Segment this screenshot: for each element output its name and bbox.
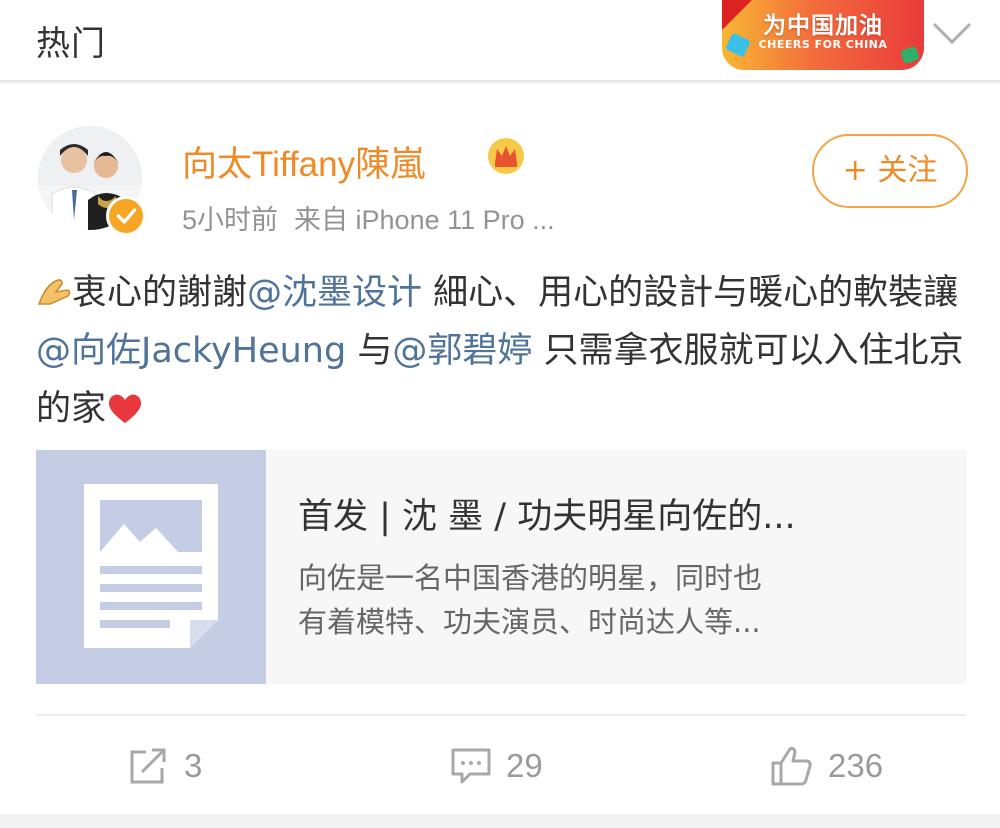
tab-title-hot[interactable]: 热门 — [36, 16, 106, 65]
link-description: 向佐是一名中国香港的明星，同时也 有着模特、功夫演员、时尚达人等... — [298, 556, 898, 644]
post-time: 5小时前 — [182, 205, 279, 235]
author-name[interactable]: 向太Tiffany陳嵐 — [182, 136, 425, 187]
post-text: 衷心的謝謝@沈墨设计 細心、用心的設計与暖心的軟裝讓@向佐JackyHeung … — [36, 264, 966, 438]
like-count: 236 — [828, 747, 884, 784]
thumbs-up-icon — [771, 746, 812, 786]
verified-badge-icon — [106, 196, 146, 236]
comment-button[interactable]: 29 — [450, 740, 543, 792]
chevron-down-icon[interactable] — [930, 14, 974, 50]
link-desc-line: 向佐是一名中国香港的明星，同时也 — [298, 561, 763, 595]
link-preview-card[interactable]: 首发 | 沈 墨 / 功夫明星向佐的... 向佐是一名中国香港的明星，同时也 有… — [36, 450, 966, 684]
post-text-part: 与 — [346, 331, 393, 371]
repost-button[interactable]: 3 — [128, 740, 202, 792]
follow-button[interactable]: + 关注 — [812, 134, 968, 208]
comment-icon — [451, 748, 491, 784]
crown-icon — [488, 138, 524, 174]
article-thumbnail — [36, 450, 266, 684]
like-button[interactable]: 236 — [770, 740, 883, 792]
mention-link[interactable]: @沈墨设计 — [247, 273, 422, 313]
post-card: 向太Tiffany陳嵐 5小时前 来自 iPhone 11 Pro ... + 关… — [0, 84, 1000, 814]
divider — [36, 714, 966, 716]
comment-count: 29 — [506, 747, 543, 784]
link-title: 首发 | 沈 墨 / 功夫明星向佐的... — [298, 497, 796, 537]
top-bar: 热门 为中国加油 CHEERS FOR CHINA — [0, 0, 1000, 82]
post-text-part: 衷心的謝謝 — [72, 273, 248, 313]
banner-main-text: 为中国加油 — [763, 13, 883, 39]
cheers-for-china-banner[interactable]: 为中国加油 CHEERS FOR CHINA — [722, 0, 924, 70]
praying-hands-icon — [37, 279, 71, 305]
post-meta: 5小时前 来自 iPhone 11 Pro ... — [182, 198, 555, 237]
banner-sub-text: CHEERS FOR CHINA — [758, 38, 888, 51]
link-desc-line: 有着模特、功夫演员、时尚达人等... — [298, 605, 761, 639]
repost-icon — [130, 748, 166, 784]
mention-link[interactable]: @郭碧婷 — [392, 331, 532, 371]
mention-link[interactable]: @向佐JackyHeung — [36, 331, 346, 371]
repost-count: 3 — [184, 747, 203, 784]
heart-icon — [108, 394, 142, 423]
post-text-part: 細心、用心的設計与暖心的軟裝讓 — [422, 273, 959, 313]
post-source: 来自 iPhone 11 Pro ... — [294, 205, 555, 235]
